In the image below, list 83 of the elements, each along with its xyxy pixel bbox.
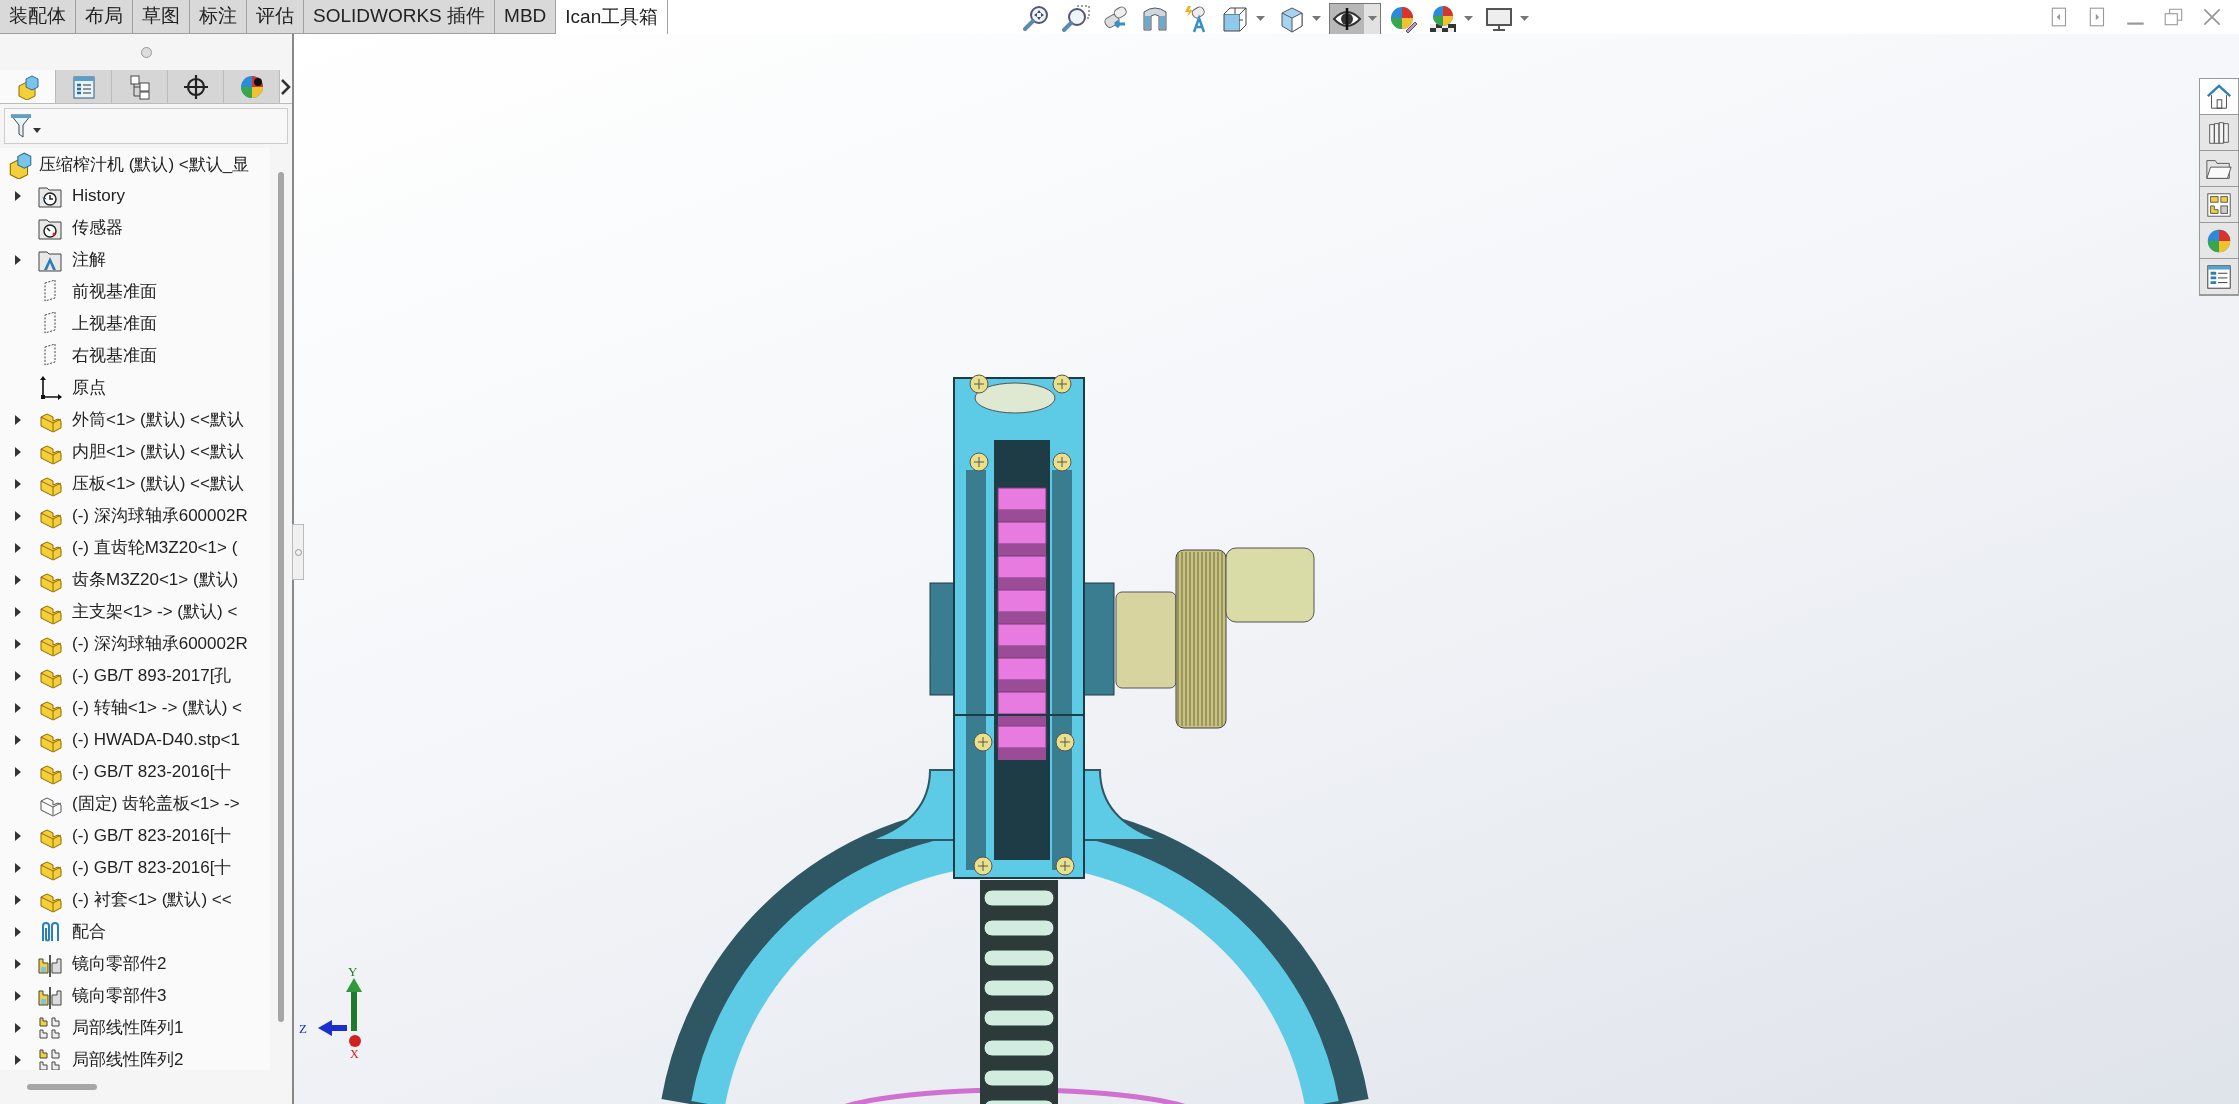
tree-item[interactable]: 前视基准面 (72, 279, 157, 305)
tree-item[interactable]: (-) HWADA-D40.stp<1 (72, 727, 240, 753)
expand-arrow-icon[interactable] (14, 703, 22, 713)
expand-arrow-icon[interactable] (14, 1023, 22, 1033)
expand-arrow-icon[interactable] (14, 607, 22, 617)
task-pane-tab[interactable] (2200, 79, 2238, 115)
expand-arrow-icon[interactable] (14, 1055, 22, 1065)
expand-arrow-icon[interactable] (14, 991, 22, 1001)
panel-tab[interactable] (224, 70, 280, 103)
horizontal-scrollbar[interactable] (27, 1084, 97, 1090)
expand-arrow-icon[interactable] (14, 767, 22, 777)
color-sphere-icon (1428, 4, 1458, 34)
tree-item[interactable]: 上视基准面 (72, 311, 157, 337)
list-icon (2205, 262, 2233, 291)
tree-item[interactable]: 主支架<1> -> (默认) < (72, 599, 238, 625)
expand-arrow-icon[interactable] (14, 863, 22, 873)
tree-item[interactable]: 齿条M3Z20<1> (默认) (72, 567, 239, 593)
expand-arrow-icon[interactable] (14, 255, 22, 265)
filter-field[interactable] (4, 108, 288, 144)
tree-item[interactable]: 压板<1> (默认) <<默认 (72, 471, 244, 497)
expand-arrow-icon[interactable] (14, 543, 22, 553)
expand-arrow-icon[interactable] (14, 447, 22, 457)
expand-arrow-icon[interactable] (14, 831, 22, 841)
expand-arrow-icon[interactable] (14, 735, 22, 745)
expand-arrow-icon[interactable] (14, 191, 22, 201)
tree-item[interactable]: 注解 (72, 247, 106, 273)
tree-item[interactable]: 配合 (72, 919, 106, 945)
z-axis-arrow (318, 1020, 347, 1036)
axis-label: Z (299, 1021, 307, 1036)
color-sphere-icon (1388, 4, 1418, 34)
filter-icon[interactable] (9, 112, 33, 140)
section-cylinder-icon (1140, 4, 1170, 34)
expand-arrow-icon[interactable] (14, 479, 22, 489)
tree-item[interactable]: 镜向零部件2 (72, 951, 167, 977)
expand-arrow-icon[interactable] (14, 639, 22, 649)
toolbar-button[interactable] (1329, 3, 1381, 35)
crosshair-icon (182, 73, 209, 100)
tree-item[interactable]: 内胆<1> (默认) <<默认 (72, 439, 244, 465)
tree-item[interactable]: (-) 衬套<1> (默认) << (72, 887, 232, 913)
color-sphere-icon (238, 73, 265, 100)
tree-item[interactable]: 传感器 (72, 215, 123, 241)
panel-collapse-handle[interactable] (292, 524, 304, 580)
tree-item[interactable]: 压缩榨汁机 (默认) <默认_显 (39, 152, 250, 178)
tree-item[interactable]: (-) GB/T 893-2017[孔 (72, 663, 232, 689)
tree-item[interactable]: (固定) 齿轮盖板<1> -> (72, 791, 240, 817)
tree-item[interactable]: 原点 (72, 375, 106, 401)
tree-item[interactable]: 右视基准面 (72, 343, 157, 369)
panel-grip-icon[interactable] (140, 46, 152, 58)
list-icon (70, 73, 97, 100)
tree-item[interactable]: (-) 转轴<1> -> (默认) < (72, 695, 243, 721)
origin-point (349, 1035, 361, 1047)
expand-arrow-icon[interactable] (14, 927, 22, 937)
magnifier-icon (1060, 4, 1090, 34)
palette-icon (2205, 190, 2233, 219)
tree-item[interactable]: (-) 深沟球轴承600002R (72, 503, 248, 529)
command-tab[interactable]: Ican工具箱 (556, 0, 669, 34)
expand-arrow-icon[interactable] (14, 511, 22, 521)
tree-item[interactable]: (-) 深沟球轴承600002R (72, 631, 248, 657)
tree-item[interactable]: 局部线性阵列1 (72, 1015, 184, 1041)
axis-label: Y (348, 964, 358, 979)
vertical-scrollbar[interactable] (278, 172, 284, 1022)
tree-item[interactable]: (-) GB/T 823-2016[十 (72, 759, 232, 785)
panel-tab[interactable] (168, 70, 224, 103)
tree-item[interactable]: 局部线性阵列2 (72, 1047, 184, 1070)
expand-arrow-icon[interactable] (14, 575, 22, 585)
expand-arrow-icon[interactable] (14, 671, 22, 681)
tree-item[interactable]: (-) GB/T 823-2016[十 (72, 855, 232, 881)
tree-item[interactable]: 外筒<1> (默认) <<默认 (72, 407, 244, 433)
pattern-parts-icon (37, 1015, 63, 1041)
origin-axes-icon (37, 375, 63, 401)
chevron-right-icon[interactable] (280, 77, 292, 96)
caret-icon[interactable] (33, 127, 41, 133)
tree-item[interactable]: (-) GB/T 823-2016[十 (72, 823, 232, 849)
expand-arrow-icon[interactable] (14, 415, 22, 425)
y-axis-arrow (346, 978, 362, 1031)
axis-label: X (350, 1047, 359, 1061)
tree-item[interactable]: 镜向零部件3 (72, 983, 167, 1009)
expand-arrow-icon[interactable] (14, 895, 22, 905)
tree-item[interactable]: (-) 直齿轮M3Z20<1> ( (72, 535, 238, 561)
expand-arrow-icon[interactable] (14, 959, 22, 969)
tree-item[interactable]: History (72, 183, 125, 209)
house-icon (2205, 82, 2233, 111)
magnifier-icon (1020, 4, 1050, 34)
